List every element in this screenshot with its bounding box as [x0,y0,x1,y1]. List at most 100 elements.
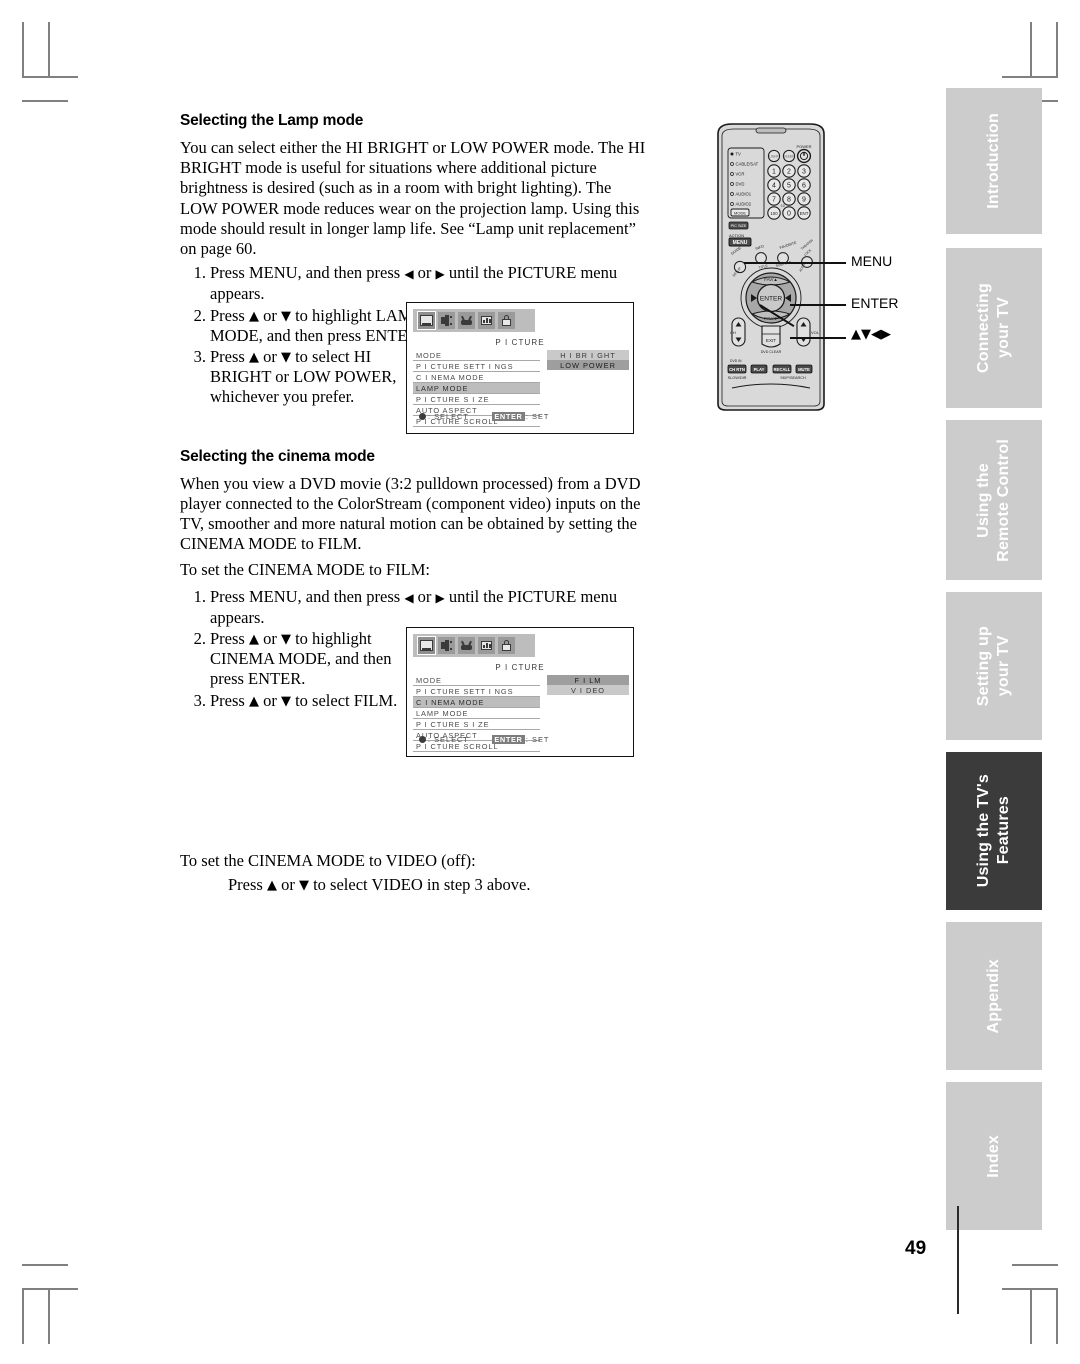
page-number: 49 [905,1238,927,1259]
svg-text:AUDIO1: AUDIO1 [736,192,752,197]
osd-row-mode[interactable]: MODE [413,350,540,361]
step-mid: or [413,263,436,283]
osd-option-list: F I LM V I DEO [547,675,629,695]
tab-using-the-tvs-features[interactable]: Using the TV's Features [946,752,1042,910]
osd-row-cinema-mode[interactable]: C I NEMA MODE [413,372,540,383]
antenna-icon[interactable] [458,637,475,654]
svg-text:5: 5 [787,182,791,189]
svg-text:DVD: DVD [736,182,745,187]
osd-footer-set: : SET [525,412,550,421]
step-text-a: Press [210,629,249,649]
svg-text:6: 6 [802,182,806,189]
tab-using-the-remote-control[interactable]: Using the Remote Control [946,420,1042,580]
osd-row-lamp-mode[interactable]: LAMP MODE [413,708,540,719]
svg-text:CH RTN: CH RTN [729,367,745,372]
callout-leader-enter [790,304,846,306]
osd-row-lamp-mode[interactable]: LAMP MODE [413,383,540,394]
osd-footer: : SELECT ENTER: SET [419,735,549,744]
svg-text:3: 3 [802,168,806,175]
svg-text:AUDIO2: AUDIO2 [736,202,752,207]
svg-text:SKIP/SEARCH: SKIP/SEARCH [780,376,806,380]
down-arrow-icon: ▼ [280,632,291,648]
osd-footer-set: : SET [525,735,550,744]
step-text-b: to select FILM. [290,690,398,710]
callout-label-arrows: ▲▼◀▶ [851,327,891,342]
tab-setting-up-your-tv[interactable]: Setting up your TV [946,592,1042,740]
antenna-icon[interactable] [458,312,475,329]
tab-index[interactable]: Index [946,1082,1042,1230]
svg-text:0: 0 [787,210,791,217]
lock-icon[interactable] [498,312,515,329]
audio-icon[interactable] [438,637,455,654]
step-text-a: Press MENU, and then press [210,263,405,283]
osd-footer-enter-chip: ENTER [491,735,525,744]
svg-text:SLOW/DIR: SLOW/DIR [728,376,747,380]
svg-text:PLAY: PLAY [754,367,765,372]
svg-text:FAV/▲: FAV/▲ [764,277,778,282]
svg-text:2: 2 [787,168,791,175]
svg-text:CH: CH [730,330,736,335]
svg-text:PIC SIZE: PIC SIZE [731,224,747,228]
svg-text:FAV/▼: FAV/▼ [764,316,778,321]
left-arrow-icon: ◀ [404,267,414,282]
svg-text:ENTER: ENTER [760,295,783,302]
svg-text:EXIT: EXIT [766,338,776,343]
svg-text:1: 1 [772,168,776,175]
osd-row-cinema-mode[interactable]: C I NEMA MODE [413,697,540,708]
osd-row-picture-settings[interactable]: P I CTURE SETT I NGS [413,686,540,697]
svg-text:8: 8 [787,196,791,203]
section-tab-rail: Introduction Connecting your TV Using th… [946,0,1042,1364]
down-arrow-icon: ▼ [298,878,309,894]
dpad-icon [419,413,426,420]
audio-icon[interactable] [438,312,455,329]
up-arrow-icon: ▲ [248,632,259,648]
tab-label: Using the Remote Control [975,438,1012,562]
osd-icon-bar [413,309,535,332]
svg-text:100: 100 [770,211,778,216]
tab-label: Introduction [985,113,1002,209]
section-title-cinema-mode: Selecting the cinema mode [180,447,375,465]
list-item: 2. Press ▲ or ▼ to highlight LAMP MODE, a… [180,306,425,346]
step-number: 1. [193,263,206,283]
osd-row-picture-size[interactable]: P I CTURE S I ZE [413,719,540,730]
setup-icon[interactable] [478,637,495,654]
tab-introduction[interactable]: Introduction [946,88,1042,234]
osd-option-film[interactable]: F I LM [547,675,629,685]
osd-option-video[interactable]: V I DEO [547,685,629,695]
list-item: 3. Press ▲ or ▼ to select HI BRIGHT or LO… [180,347,425,408]
step-text-a: Press [210,305,249,325]
step-text-a: Press MENU, and then press [210,586,405,606]
lock-icon[interactable] [498,637,515,654]
osd-title: P I CTURE [495,663,545,672]
down-arrow-icon: ▼ [280,693,291,709]
step-number: 3. [193,690,206,710]
osd-footer-select: : SELECT [428,735,469,744]
osd-row-picture-size[interactable]: P I CTURE S I ZE [413,394,540,405]
svg-text:ACTION: ACTION [729,233,744,238]
svg-text:4: 4 [772,182,776,189]
callout-leader-arrows [790,337,846,339]
svg-text:ENT: ENT [800,211,809,216]
svg-text:VCR: VCR [736,172,745,177]
step-number: 2. [193,305,206,325]
up-arrow-icon: ▲ [248,308,259,324]
osd-icon-bar [413,634,535,657]
page-content: Selecting the Lamp mode You can select e… [180,112,650,899]
picture-icon[interactable] [417,636,436,655]
picture-icon[interactable] [417,311,436,330]
tab-appendix[interactable]: Appendix [946,922,1042,1070]
step-text-a: Press [210,690,249,710]
svg-text:MODE: MODE [734,210,746,215]
osd-option-low-power[interactable]: LOW POWER [547,360,629,370]
step-number: 2. [193,629,206,649]
setup-icon[interactable] [478,312,495,329]
osd-option-hi-bright[interactable]: H I BR I GHT [547,350,629,360]
tab-connecting-your-tv[interactable]: Connecting your TV [946,248,1042,408]
tab-label: Appendix [985,958,1002,1034]
svg-text:CABLE/SAT: CABLE/SAT [736,162,759,167]
up-arrow-icon: ▲ [248,350,259,366]
right-arrow-icon: ▶ [435,267,445,282]
svg-text:LIGHT: LIGHT [769,154,779,158]
osd-row-mode[interactable]: MODE [413,675,540,686]
osd-row-picture-settings[interactable]: P I CTURE SETT I NGS [413,361,540,372]
